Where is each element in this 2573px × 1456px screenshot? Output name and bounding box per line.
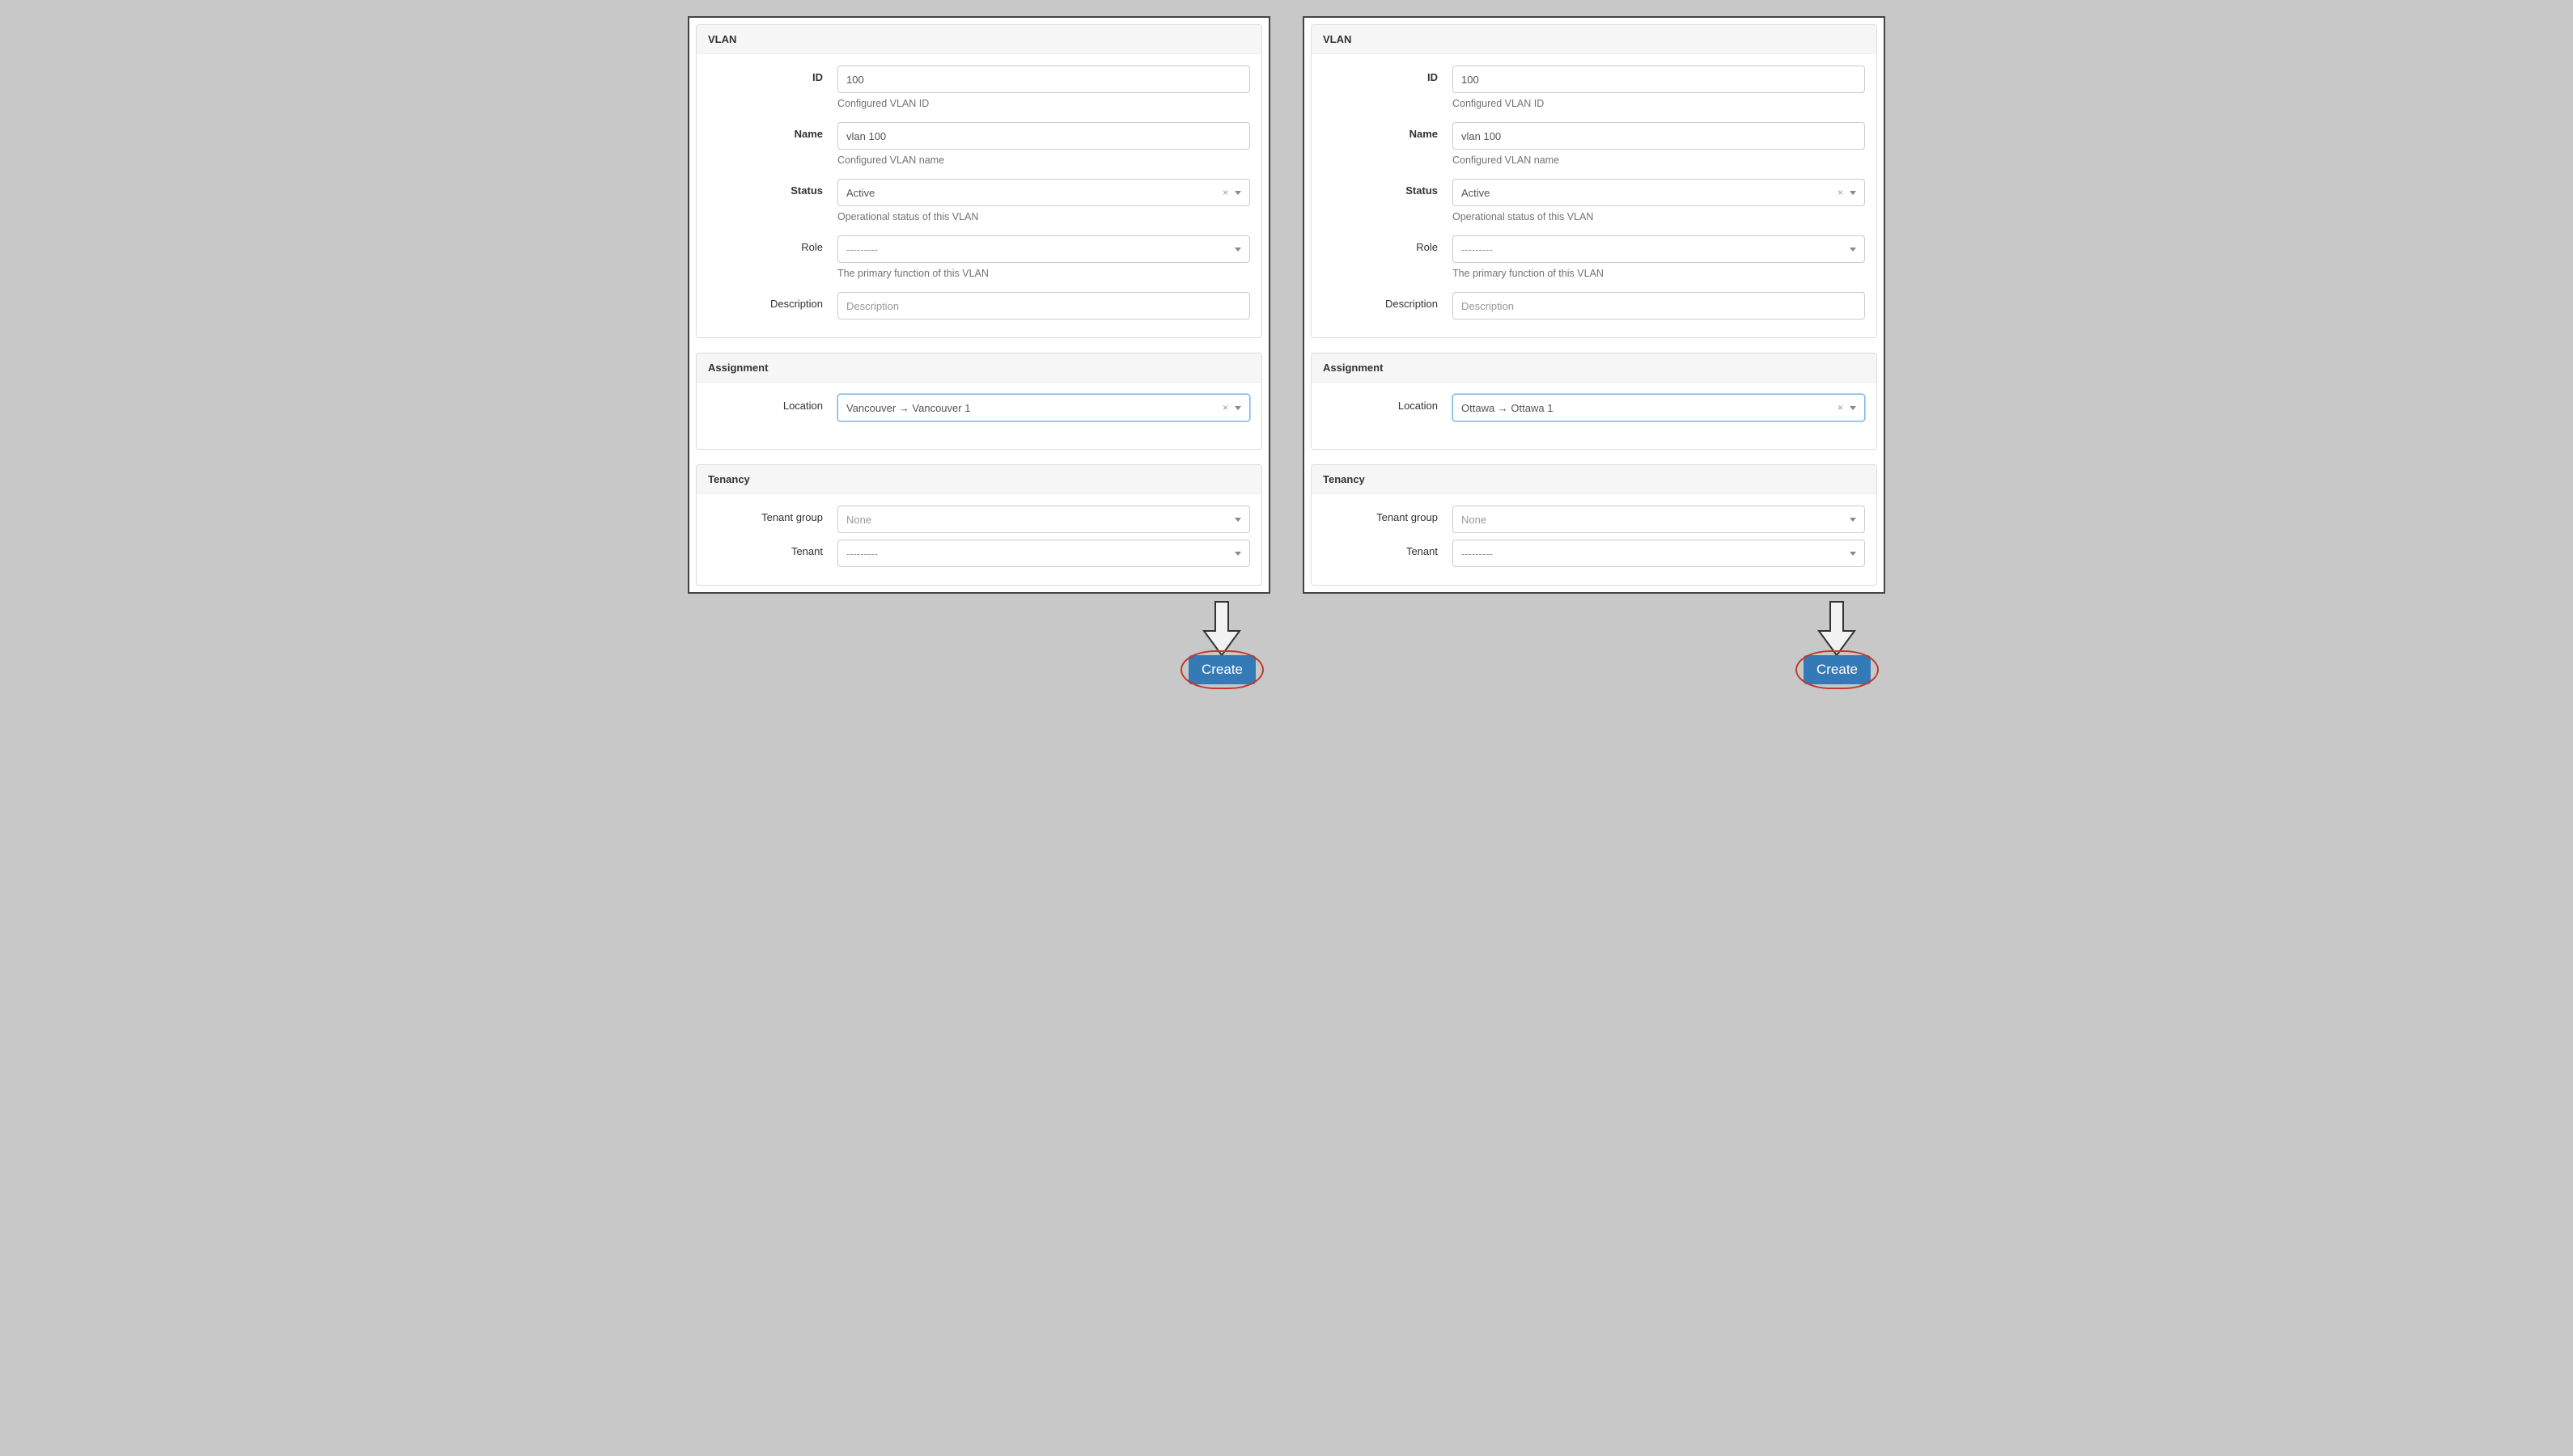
role-help: The primary function of this VLAN (1452, 268, 1865, 279)
tenant-value: --------- (846, 548, 1235, 560)
name-label: Name (1323, 122, 1452, 140)
id-label: ID (1323, 66, 1452, 83)
clear-icon[interactable]: × (1223, 403, 1228, 413)
tenancy-panel: Tenancy Tenant group None Tenant (696, 464, 1262, 586)
role-label: Role (708, 235, 837, 253)
chevron-down-icon (1235, 518, 1241, 522)
tenant-group-value: None (846, 514, 1235, 526)
clear-icon[interactable]: × (1838, 403, 1843, 413)
assignment-panel-title: Assignment (1312, 353, 1876, 383)
chevron-down-icon (1850, 406, 1856, 410)
status-label: Status (708, 179, 837, 197)
tenant-select[interactable]: --------- (837, 540, 1250, 567)
location-label: Location (708, 394, 837, 412)
tenant-group-label: Tenant group (708, 506, 837, 523)
form-box: VLAN ID Configured VLAN ID Name Confi (1303, 16, 1885, 594)
location-select[interactable]: Ottawa → Ottawa 1 × (1452, 394, 1865, 421)
vlan-form-left: VLAN ID Configured VLAN ID Name Confi (688, 16, 1270, 684)
vlan-panel-title: VLAN (697, 25, 1261, 54)
description-input[interactable] (1452, 292, 1865, 320)
role-help: The primary function of this VLAN (837, 268, 1250, 279)
status-help: Operational status of this VLAN (1452, 211, 1865, 222)
tenant-label: Tenant (708, 540, 837, 557)
name-input[interactable] (837, 122, 1250, 150)
tenant-select[interactable]: --------- (1452, 540, 1865, 567)
tenant-group-value: None (1461, 514, 1850, 526)
location-select[interactable]: Vancouver → Vancouver 1 × (837, 394, 1250, 421)
chevron-down-icon (1850, 518, 1856, 522)
chevron-down-icon (1235, 248, 1241, 252)
description-label: Description (708, 292, 837, 310)
tenancy-panel: Tenancy Tenant group None Tenant (1311, 464, 1877, 586)
location-value: Ottawa → Ottawa 1 (1461, 402, 1838, 414)
assignment-panel-title: Assignment (697, 353, 1261, 383)
name-label: Name (708, 122, 837, 140)
role-select[interactable]: --------- (1452, 235, 1865, 263)
id-input[interactable] (837, 66, 1250, 93)
location-label: Location (1323, 394, 1452, 412)
status-value: Active (846, 187, 1223, 199)
id-help: Configured VLAN ID (1452, 98, 1865, 109)
chevron-down-icon (1850, 191, 1856, 195)
status-label: Status (1323, 179, 1452, 197)
tenant-label: Tenant (1323, 540, 1452, 557)
status-help: Operational status of this VLAN (837, 211, 1250, 222)
clear-icon[interactable]: × (1223, 188, 1228, 197)
chevron-down-icon (1235, 191, 1241, 195)
name-input[interactable] (1452, 122, 1865, 150)
arrow-down-icon (688, 599, 1270, 658)
id-input[interactable] (1452, 66, 1865, 93)
create-button[interactable]: Create (1804, 655, 1871, 684)
name-help: Configured VLAN name (1452, 154, 1865, 166)
vlan-panel: VLAN ID Configured VLAN ID Name Confi (1311, 24, 1877, 338)
vlan-panel-title: VLAN (1312, 25, 1876, 54)
tenant-group-label: Tenant group (1323, 506, 1452, 523)
tenancy-panel-title: Tenancy (697, 465, 1261, 494)
chevron-down-icon (1235, 552, 1241, 556)
chevron-down-icon (1850, 552, 1856, 556)
status-select[interactable]: Active × (1452, 179, 1865, 206)
status-select[interactable]: Active × (837, 179, 1250, 206)
tenant-value: --------- (1461, 548, 1850, 560)
id-label: ID (708, 66, 837, 83)
assignment-panel: Assignment Location Vancouver → Vancouve… (696, 353, 1262, 450)
description-label: Description (1323, 292, 1452, 310)
tenant-group-select[interactable]: None (837, 506, 1250, 533)
role-value: --------- (1461, 243, 1850, 256)
vlan-panel: VLAN ID Configured VLAN ID Name Confi (696, 24, 1262, 338)
chevron-down-icon (1850, 248, 1856, 252)
arrow-down-icon (1303, 599, 1885, 658)
role-label: Role (1323, 235, 1452, 253)
id-help: Configured VLAN ID (837, 98, 1250, 109)
status-value: Active (1461, 187, 1838, 199)
description-input[interactable] (837, 292, 1250, 320)
tenant-group-select[interactable]: None (1452, 506, 1865, 533)
location-value: Vancouver → Vancouver 1 (846, 402, 1223, 414)
assignment-panel: Assignment Location Ottawa → Ottawa 1 × (1311, 353, 1877, 450)
vlan-form-right: VLAN ID Configured VLAN ID Name Confi (1303, 16, 1885, 684)
role-value: --------- (846, 243, 1235, 256)
create-button[interactable]: Create (1189, 655, 1256, 684)
chevron-down-icon (1235, 406, 1241, 410)
form-box: VLAN ID Configured VLAN ID Name Confi (688, 16, 1270, 594)
clear-icon[interactable]: × (1838, 188, 1843, 197)
name-help: Configured VLAN name (837, 154, 1250, 166)
tenancy-panel-title: Tenancy (1312, 465, 1876, 494)
role-select[interactable]: --------- (837, 235, 1250, 263)
